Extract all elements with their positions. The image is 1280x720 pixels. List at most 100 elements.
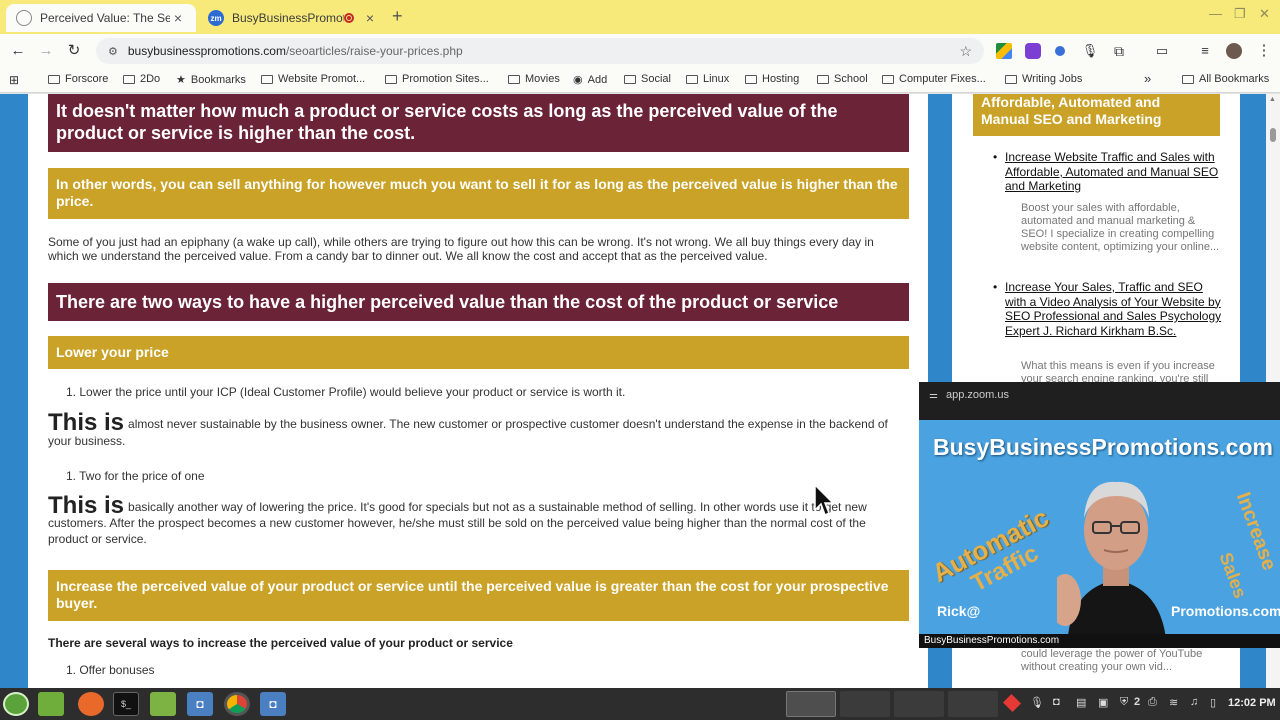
notification-badge-icon[interactable]: 2 [1132, 696, 1140, 708]
folder-icon [123, 74, 135, 84]
list-item-lower-price: 1. Lower the price until your ICP (Ideal… [66, 385, 626, 399]
tab-perceived-value[interactable]: Perceived Value: The Secret × [6, 4, 196, 32]
folder-icon [1005, 74, 1017, 84]
clipboard-tray-icon[interactable]: ▤ [1076, 696, 1086, 709]
presenter-figure [1057, 481, 1167, 648]
shield-tray-icon[interactable]: ⛨ [1120, 696, 1128, 709]
more-bookmarks-chevron-icon[interactable]: » [1144, 71, 1151, 86]
bookmark-promotion-sites[interactable]: Promotion Sites... [385, 73, 489, 85]
sidebar-link-increase-traffic[interactable]: Increase Website Traffic and Sales with … [993, 150, 1225, 194]
zoom-url: app.zoom.us [945, 389, 1009, 401]
extensions-puzzle-icon[interactable]: ⧉ [1109, 41, 1129, 61]
bookmark-linux[interactable]: Linux [686, 73, 729, 85]
notification-count: 2 [1134, 696, 1141, 708]
video-caption: BusyBusinessPromotions.com [919, 634, 1280, 648]
star-icon: ★ [176, 74, 186, 86]
paragraph-not-sustainable: This is almost never sustainable by the b… [48, 409, 888, 449]
battery-tray-icon[interactable]: ▯ [1210, 696, 1216, 709]
list-item-two-for-one: 1. Two for the price of one [66, 469, 205, 483]
folder-icon [261, 74, 273, 84]
printer-tray-icon[interactable]: ⎙ [1148, 696, 1157, 709]
callout-in-other-words: In other words, you can sell anything fo… [48, 168, 909, 219]
forward-button[interactable]: → [36, 41, 56, 61]
bookmark-school[interactable]: School [817, 73, 868, 85]
paragraph-lowering-price: This is basically another way of lowering… [48, 492, 867, 547]
big-this-is: This is [48, 492, 125, 519]
menu-kebab-icon[interactable]: ⋮ [1254, 41, 1274, 61]
music-tray-icon[interactable]: ♫ [1190, 696, 1198, 708]
bookmark-computer-fixes[interactable]: Computer Fixes... [882, 73, 986, 85]
reload-button[interactable]: ↻ [64, 41, 84, 61]
microphone-icon[interactable]: 🎙 [1080, 41, 1100, 61]
settings-sliders-icon[interactable]: ⚌ [929, 390, 938, 401]
extension-purple-icon[interactable] [1025, 43, 1041, 59]
back-button[interactable]: ← [8, 41, 28, 61]
camera-app-icon[interactable]: ◘ [260, 692, 286, 716]
zoom-title-bar[interactable]: ⚌ app.zoom.us [919, 382, 1280, 408]
mouse-cursor-icon [814, 484, 835, 517]
anydesk-icon[interactable] [1002, 693, 1022, 713]
profile-avatar[interactable] [1226, 43, 1242, 59]
tab-zoom[interactable]: zm BusyBusinessPromotion × [198, 4, 388, 32]
chrome-icon[interactable] [224, 692, 250, 716]
folder-icon [508, 74, 520, 84]
bookmark-2do[interactable]: 2Do [123, 73, 160, 85]
bookmark-forscore[interactable]: Forscore [48, 73, 108, 85]
scrollbar-thumb[interactable] [1270, 128, 1276, 142]
new-tab-button[interactable]: + [392, 6, 403, 27]
workspace-2[interactable] [840, 691, 890, 717]
bookmark-social[interactable]: Social [624, 73, 671, 85]
screenshot-camera-icon[interactable]: ◘ [187, 692, 213, 716]
bookmarks-bar: ⊞ Forscore 2Do ★ Bookmarks Website Promot… [0, 68, 1280, 93]
media-control-icon[interactable]: ≡ [1195, 41, 1215, 61]
drive-extension-icon[interactable] [996, 43, 1012, 59]
camera-tray-icon[interactable]: ◘ [1053, 696, 1060, 708]
apps-grid-icon[interactable]: ⊞ [9, 73, 19, 87]
bookmark-writing-jobs[interactable]: Writing Jobs [1005, 73, 1082, 85]
bookmark-star-icon[interactable]: ☆ [959, 43, 972, 60]
bookmark-bookmarks[interactable]: ★ Bookmarks [176, 73, 246, 87]
workspace-1[interactable] [786, 691, 836, 717]
site-info-icon[interactable]: ⚙ [108, 45, 118, 58]
big-this-is: This is [48, 409, 125, 436]
folder-icon [48, 74, 60, 84]
browser-toolbar: ← → ↻ ⚙ busybusinesspromotions.com/seoar… [0, 34, 1280, 68]
taskbar: $_ ◘ ◘ 🎙 ◘ ▤ ▣ ⛨ 2 ⎙ ≋ ♫ ▯ 12:02 PM [0, 688, 1280, 720]
bookmark-add[interactable]: ◉ Add [573, 73, 607, 87]
clock[interactable]: 12:02 PM [1228, 697, 1276, 709]
address-bar[interactable]: ⚙ busybusinesspromotions.com/seoarticles… [96, 38, 984, 64]
globe-icon: ◉ [573, 74, 583, 86]
terminal-icon[interactable]: $_ [113, 692, 139, 716]
workspace-4[interactable] [948, 691, 998, 717]
minimize-button[interactable]: — [1209, 6, 1222, 21]
cast-icon[interactable]: ▭ [1152, 41, 1172, 61]
bookmark-movies[interactable]: Movies [508, 73, 560, 85]
mic-tray-icon[interactable]: 🎙 [1030, 696, 1044, 709]
show-desktop-icon[interactable] [38, 692, 64, 716]
close-tab-icon[interactable]: × [170, 10, 186, 26]
workspace-3[interactable] [894, 691, 944, 717]
video-word-sales: Sales [1215, 549, 1251, 601]
sidebar-desc-video-analysis: What this means is even if you increase … [1021, 360, 1215, 382]
wifi-tray-icon[interactable]: ≋ [1169, 696, 1178, 709]
close-tab-icon[interactable]: × [362, 10, 378, 26]
maximize-button[interactable]: ❐ [1234, 6, 1246, 22]
scroll-up-icon[interactable]: ▲ [1269, 96, 1276, 103]
close-window-button[interactable]: ✕ [1259, 6, 1270, 22]
firefox-icon[interactable] [78, 692, 104, 716]
folder-icon [686, 74, 698, 84]
mint-menu-icon[interactable] [3, 692, 29, 716]
folder-icon [817, 74, 829, 84]
tab-title: Perceived Value: The Secret [40, 11, 170, 25]
display-tray-icon[interactable]: ▣ [1098, 696, 1108, 709]
zoom-video-window[interactable]: ⚌ app.zoom.us BusyBusinessPromotions.com… [919, 382, 1280, 648]
folder-icon [745, 74, 757, 84]
files-folder-icon[interactable] [150, 692, 176, 716]
url-path: /seoarticles/raise-your-prices.php [285, 44, 463, 58]
sidebar-link-video-analysis[interactable]: Increase Your Sales, Traffic and SEO wit… [993, 280, 1225, 338]
list-item-offer-bonuses: 1. Offer bonuses [66, 663, 155, 677]
extension-blue-dot-icon[interactable] [1055, 46, 1065, 56]
bookmark-hosting[interactable]: Hosting [745, 73, 799, 85]
bookmark-website-promot[interactable]: Website Promot... [261, 73, 365, 85]
all-bookmarks[interactable]: All Bookmarks [1182, 73, 1269, 85]
